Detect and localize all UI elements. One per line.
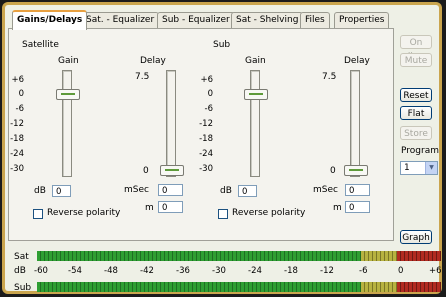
sub-meter-label: Sub: [14, 283, 32, 293]
program-select[interactable]: 1 ▼: [400, 161, 438, 175]
sub-db-field[interactable]: 0: [238, 185, 257, 197]
sub-msec-label: mSec: [313, 185, 338, 195]
sub-gain-tick: -18: [199, 134, 213, 144]
flat-button[interactable]: Flat: [400, 106, 432, 120]
meter-scale-tick: +6: [429, 266, 442, 276]
tab-gains-delays[interactable]: Gains/Delays: [12, 10, 88, 30]
satellite-group-label: Satellite: [22, 40, 59, 50]
sat-delay-slider-thumb[interactable]: [160, 165, 184, 176]
sat-gain-tick: -30: [10, 164, 24, 174]
meter-yellow-segment: [361, 282, 397, 292]
sub-gain-slider-track[interactable]: [250, 70, 260, 177]
meter-scale-tick: -42: [140, 266, 154, 276]
meter-db-label: dB: [14, 266, 26, 276]
meter-scale-tick: 0: [398, 266, 404, 276]
sub-reverse-polarity-checkbox[interactable]: [218, 209, 228, 219]
sat-delay-slider-track[interactable]: [166, 70, 176, 177]
sat-db-field[interactable]: 0: [52, 185, 71, 197]
meter-scale-tick: -36: [176, 266, 190, 276]
sat-gain-slider-track[interactable]: [62, 70, 72, 177]
sub-gain-slider-thumb[interactable]: [244, 89, 268, 100]
tab-properties[interactable]: Properties: [334, 12, 390, 28]
meter-scale-tick: -12: [320, 266, 334, 276]
sat-meter-label: Sat: [14, 252, 29, 262]
meter-scale-tick: -54: [68, 266, 82, 276]
sat-gain-tick: -24: [10, 149, 24, 159]
sub-gain-tick: +6: [200, 75, 213, 85]
meter-scale-tick: -6: [359, 266, 368, 276]
sub-gain-label: Gain: [245, 56, 266, 66]
sat-gain-tick: -6: [15, 104, 24, 114]
sat-reverse-polarity-label: Reverse polarity: [47, 208, 121, 218]
tab-sat-shelving[interactable]: Sat - Shelving: [231, 12, 304, 28]
sat-m-label: m: [145, 203, 154, 213]
sub-db-label: dB: [220, 186, 232, 196]
sat-gain-slider-thumb[interactable]: [56, 89, 80, 100]
meter-yellow-segment: [361, 251, 397, 261]
sat-m-field[interactable]: 0: [158, 201, 183, 213]
sat-msec-label: mSec: [124, 185, 149, 195]
sub-m-field[interactable]: 0: [345, 201, 370, 213]
tab-sub-equalizer[interactable]: Sub - Equalizer: [157, 12, 235, 28]
sub-delay-slider-track[interactable]: [350, 70, 360, 177]
sat-db-label: dB: [34, 186, 46, 196]
meter-scale-tick: -24: [248, 266, 262, 276]
chevron-down-icon[interactable]: ▼: [425, 162, 437, 174]
sat-gain-tick: 0: [18, 89, 24, 99]
tab-files[interactable]: Files: [300, 12, 330, 28]
sub-delay-max: 7.5: [322, 72, 337, 82]
sub-delay-slider-thumb[interactable]: [344, 165, 368, 176]
sat-msec-field[interactable]: 0: [158, 184, 183, 196]
meter-green-segment: [37, 282, 361, 292]
sub-gain-tick: -30: [199, 164, 213, 174]
sub-gain-tick: -6: [204, 104, 213, 114]
sat-level-meter: [37, 251, 441, 261]
reset-button[interactable]: Reset: [400, 88, 432, 102]
sat-gain-label: Gain: [58, 56, 79, 66]
meter-scale-tick: -48: [104, 266, 118, 276]
tab-sat-equalizer[interactable]: Sat. - Equalizer: [81, 12, 160, 28]
sub-group-label: Sub: [213, 40, 231, 50]
sub-reverse-polarity-label: Reverse polarity: [232, 208, 306, 218]
mute-button[interactable]: Mute: [400, 53, 432, 67]
program-label: Program: [401, 146, 439, 156]
sub-msec-field[interactable]: 0: [345, 184, 370, 196]
sub-delay-min: 0: [330, 166, 336, 176]
sub-level-meter: [37, 282, 441, 292]
sat-gain-tick: -18: [10, 134, 24, 144]
meter-red-segment: [397, 282, 441, 292]
sat-delay-max: 7.5: [135, 72, 150, 82]
meter-green-segment: [37, 251, 361, 261]
sat-delay-label: Delay: [140, 56, 166, 66]
sub-gain-tick: 0: [207, 89, 213, 99]
sat-gain-tick: +6: [11, 75, 24, 85]
meter-red-segment: [397, 251, 441, 261]
meter-scale-tick: -18: [284, 266, 298, 276]
sub-m-label: m: [333, 203, 342, 213]
sub-gain-tick: -12: [199, 119, 213, 129]
sub-delay-label: Delay: [344, 56, 370, 66]
program-select-value: 1: [404, 163, 410, 173]
store-button[interactable]: Store: [400, 126, 432, 140]
meter-scale-tick: -60: [34, 266, 48, 276]
graph-button[interactable]: Graph: [400, 230, 432, 244]
sat-delay-min: 0: [143, 166, 149, 176]
on-line-button[interactable]: On line: [400, 35, 432, 62]
sat-gain-tick: -12: [10, 119, 24, 129]
sat-reverse-polarity-checkbox[interactable]: [33, 209, 43, 219]
meter-scale-tick: -30: [212, 266, 226, 276]
sub-gain-tick: -24: [199, 149, 213, 159]
